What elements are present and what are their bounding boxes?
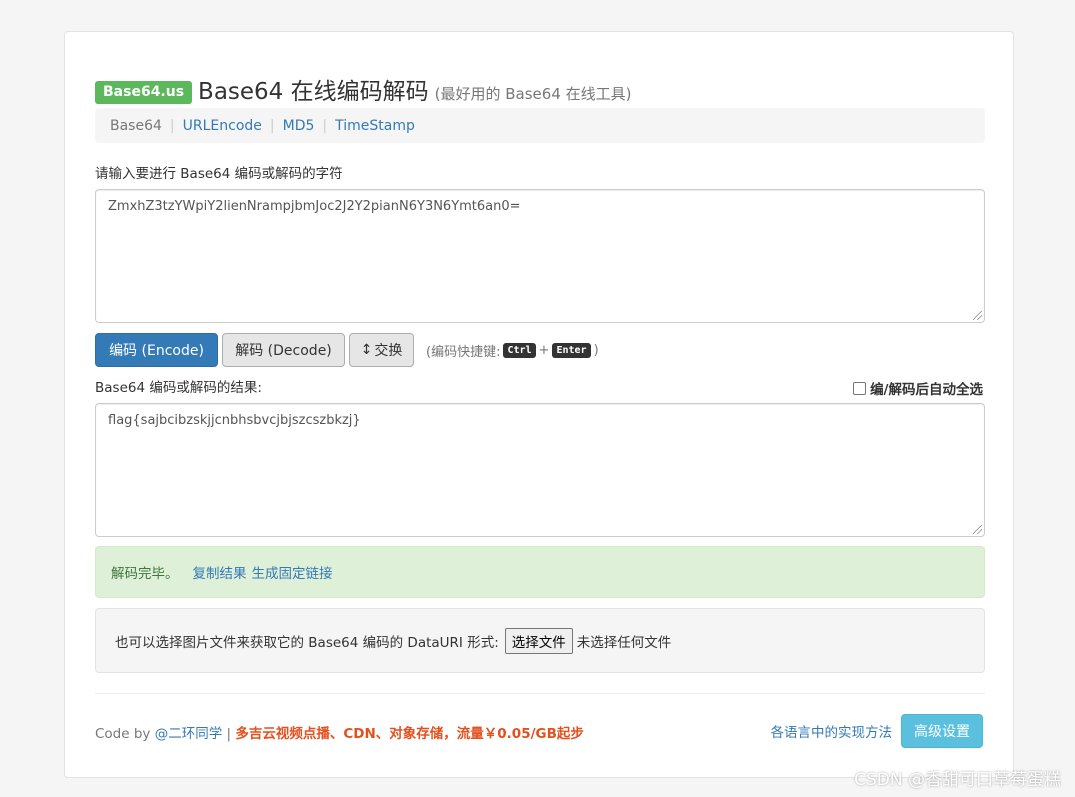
encode-button[interactable]: 编码 (Encode) — [95, 333, 218, 367]
output-label: Base64 编码或解码的结果: — [95, 380, 262, 396]
nav-separator: | — [269, 117, 275, 134]
resize-grip-icon[interactable] — [973, 311, 982, 320]
file-prompt: 也可以选择图片文件来获取它的 Base64 编码的 DataURI 形式: — [115, 634, 499, 651]
ctrl-key: Ctrl — [503, 342, 536, 358]
file-upload-panel: 也可以选择图片文件来获取它的 Base64 编码的 DataURI 形式: 选择… — [95, 608, 985, 673]
divider — [95, 693, 985, 694]
status-text: 解码完毕。 — [111, 566, 179, 582]
author-link[interactable]: @二环同学 — [155, 726, 223, 742]
shortcut-hint: (编码快捷键: Ctrl + Enter ) — [426, 341, 599, 360]
swap-button-label: 交换 — [374, 343, 403, 359]
file-status: 未选择任何文件 — [576, 634, 672, 651]
shortcut-plus: + — [538, 342, 550, 358]
watermark: CSDN @香甜可口草莓蛋糕 — [854, 770, 1061, 790]
copy-result-link[interactable]: 复制结果 — [193, 562, 247, 582]
nav-item-md5[interactable]: MD5 — [283, 118, 315, 134]
auto-select-label: 编/解码后自动全选 — [870, 382, 983, 398]
input-label: 请输入要进行 Base64 编码或解码的字符 — [95, 166, 343, 182]
page-title: Base64 在线编码解码 — [198, 79, 429, 105]
nav-item-urlencode[interactable]: URLEncode — [183, 118, 262, 134]
enter-key: Enter — [552, 342, 591, 358]
shortcut-hint-prefix: (编码快捷键: — [426, 344, 501, 360]
advanced-settings-button[interactable]: 高级设置 — [901, 714, 983, 748]
auto-select-checkbox[interactable] — [853, 381, 867, 395]
nav-item-base64: Base64 — [110, 117, 162, 134]
code-by-text: Code by — [95, 726, 151, 742]
promo-link[interactable]: 多吉云视频点播、CDN、对象存储，流量￥0.05/GB起步 — [235, 726, 584, 742]
output-textarea[interactable]: flag{sajbcibzskjjcnbhsbvcjbjszcszbkzj} — [95, 403, 985, 537]
permalink-link[interactable]: 生成固定链接 — [252, 562, 333, 582]
auto-select-option[interactable]: 编/解码后自动全选 — [853, 378, 983, 398]
input-textarea[interactable]: ZmxhZ3tzYWpiY2lienNrampjbmJoc2J2Y2pianN6… — [95, 189, 985, 323]
nav-item-timestamp[interactable]: TimeStamp — [335, 118, 415, 134]
action-bar: 编码 (Encode) 解码 (Decode) ↕ 交换 (编码快捷键: Ctr… — [95, 333, 599, 367]
choose-file-button[interactable]: 选择文件 — [504, 627, 573, 654]
status-alert: 解码完毕。 复制结果 生成固定链接 — [95, 546, 985, 598]
swap-button[interactable]: ↕ 交换 — [349, 333, 414, 367]
shortcut-hint-suffix: ) — [593, 342, 599, 358]
input-text: ZmxhZ3tzYWpiY2lienNrampjbmJoc2J2Y2pianN6… — [108, 199, 521, 214]
tool-nav: Base64 | URLEncode | MD5 | TimeStamp — [95, 108, 985, 143]
nav-separator: | — [322, 117, 328, 134]
main-panel: Base64.us Base64 在线编码解码 (最好用的 Base64 在线工… — [64, 31, 1014, 778]
resize-grip-icon[interactable] — [973, 525, 982, 534]
page-header: Base64.us Base64 在线编码解码 (最好用的 Base64 在线工… — [95, 72, 632, 105]
logo-badge[interactable]: Base64.us — [95, 81, 193, 104]
output-text: flag{sajbcibzskjjcnbhsbvcjbjszcszbkzj} — [108, 413, 361, 428]
footer-separator: | — [226, 726, 232, 742]
page-subtitle: (最好用的 Base64 在线工具) — [434, 85, 632, 103]
decode-button[interactable]: 解码 (Decode) — [222, 333, 345, 367]
footer-credits: Code by @二环同学 | 多吉云视频点播、CDN、对象存储，流量￥0.05… — [95, 722, 584, 742]
swap-arrows-icon: ↕ — [360, 342, 373, 358]
implementations-link[interactable]: 各语言中的实现方法 — [771, 721, 893, 741]
footer-actions: 各语言中的实现方法 高级设置 — [771, 714, 983, 748]
nav-separator: | — [169, 117, 175, 134]
